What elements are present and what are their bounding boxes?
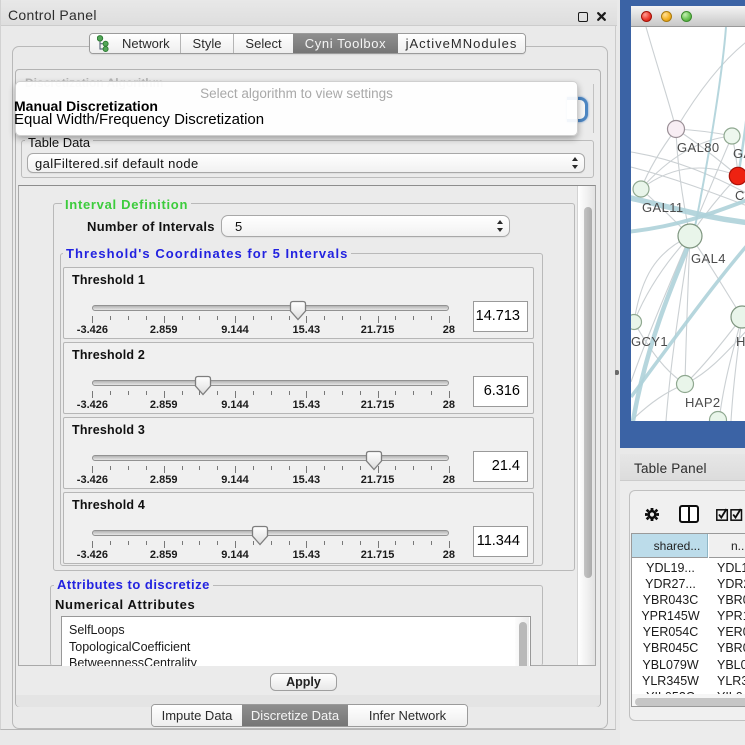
- svg-text:GCY1: GCY1: [631, 334, 668, 349]
- svg-text:H: H: [736, 334, 745, 349]
- svg-text:GAL4: GAL4: [691, 251, 726, 266]
- svg-text:GAL80: GAL80: [677, 140, 719, 155]
- svg-text:GA: GA: [733, 146, 745, 161]
- svg-text:HAP2: HAP2: [685, 395, 721, 410]
- svg-text:C: C: [735, 188, 745, 203]
- svg-text:GAL11: GAL11: [642, 200, 684, 215]
